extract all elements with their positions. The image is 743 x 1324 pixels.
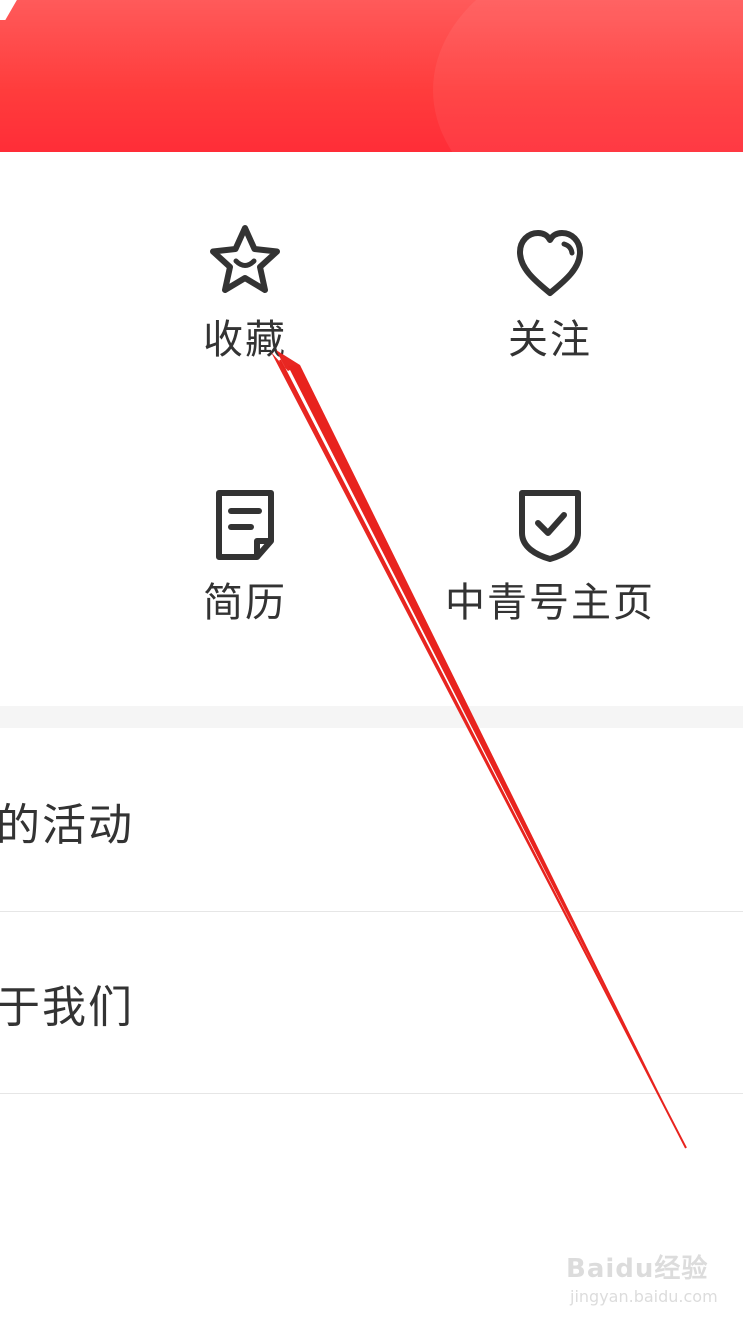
menu-item-label: 于我们: [0, 982, 134, 1033]
shield-check-icon: [508, 483, 592, 567]
watermark-brand: Baidu经验: [566, 1254, 709, 1284]
shortcut-favorites[interactable]: 收藏: [195, 220, 295, 362]
heart-icon: [508, 220, 592, 304]
document-icon: [203, 483, 287, 567]
watermark-url: jingyan.baidu.com: [570, 1287, 718, 1306]
shortcut-label: 中青号主页: [445, 580, 655, 626]
header-decoration: [433, 0, 743, 152]
shortcut-label: 关注: [508, 317, 592, 363]
menu-item-activities[interactable]: 的活动: [0, 730, 743, 912]
shortcut-follow[interactable]: 关注: [500, 220, 600, 362]
menu-item-label: 的活动: [0, 800, 134, 851]
header-corner-decoration: [0, 0, 23, 20]
shortcut-resume[interactable]: 简历: [195, 483, 295, 625]
shortcut-label: 收藏: [203, 317, 287, 363]
star-smile-icon: [203, 220, 287, 304]
shortcut-account-homepage[interactable]: 中青号主页: [430, 483, 670, 625]
annotation-arrow: [271, 350, 687, 1149]
menu-item-about-us[interactable]: 于我们: [0, 912, 743, 1094]
shortcut-label: 简历: [203, 580, 287, 626]
section-divider: [0, 706, 743, 728]
baidu-watermark: Baidu经验 jingyan.baidu.com: [566, 1248, 718, 1306]
profile-header-banner: [0, 0, 743, 152]
